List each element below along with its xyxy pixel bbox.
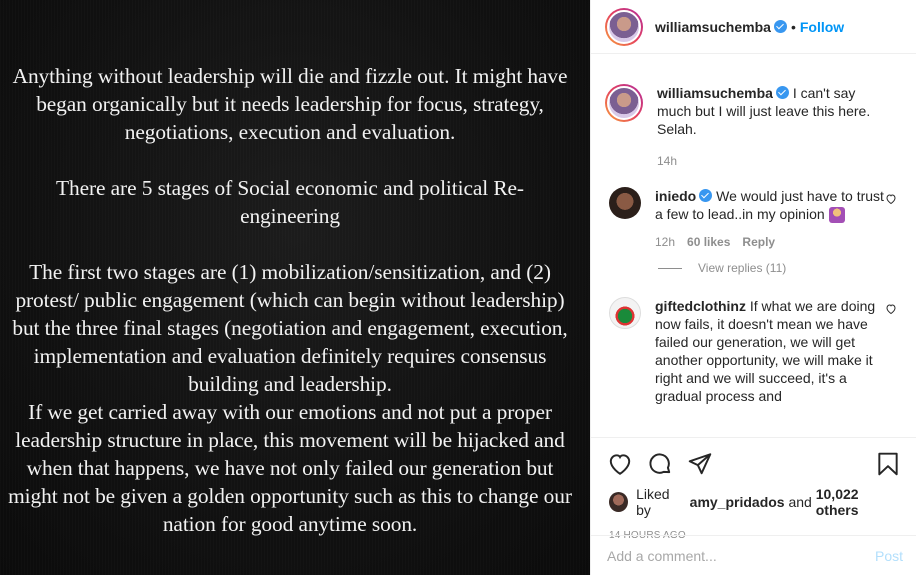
post-side-panel: williamsuchemba • Follow williamsuchemba…	[590, 0, 916, 575]
liker-avatar[interactable]	[609, 492, 629, 512]
separator-dot: •	[790, 18, 796, 35]
likes-conjunction: and	[788, 494, 812, 510]
likes-summary: Liked by amy_pridados and 10,022 others	[591, 482, 916, 518]
post-comment-button[interactable]: Post	[875, 548, 903, 564]
verified-badge-icon	[775, 86, 789, 99]
comment-username[interactable]: iniedo	[655, 188, 696, 204]
comment-avatar[interactable]	[609, 297, 641, 330]
likes-count[interactable]: 10,022 others	[816, 486, 901, 518]
comment-item: giftedclothinz If what we are doing now …	[591, 297, 916, 405]
comment-likes[interactable]: 60 likes	[687, 233, 730, 251]
comment-item: iniedo We would just have to trust a few…	[591, 187, 916, 251]
comment-username[interactable]: giftedclothinz	[655, 298, 746, 314]
post-image-text: Anything without leadership will die and…	[0, 62, 590, 538]
comment-input[interactable]	[607, 547, 875, 564]
avatar[interactable]	[605, 7, 643, 46]
comment-icon[interactable]	[647, 451, 673, 477]
caption: williamsuchemba I can't say much but I w…	[591, 68, 916, 170]
like-comment-heart-icon[interactable]	[885, 193, 897, 205]
person-shrugging-emoji-icon	[828, 207, 845, 224]
post-header: williamsuchemba • Follow	[591, 0, 916, 54]
heart-icon[interactable]	[607, 451, 633, 477]
post-paragraph-1: Anything without leadership will die and…	[12, 64, 568, 144]
bookmark-icon[interactable]	[875, 451, 901, 477]
reply-button[interactable]: Reply	[742, 233, 775, 251]
post-image[interactable]: Anything without leadership will die and…	[0, 0, 590, 575]
comments-list[interactable]: williamsuchemba I can't say much but I w…	[591, 68, 916, 436]
likes-prefix: Liked by	[636, 486, 670, 518]
post-paragraph-3: The first two stages are (1) mobilizatio…	[8, 260, 572, 536]
comment-time[interactable]: 12h	[655, 233, 675, 251]
add-comment-bar: Post	[591, 535, 916, 575]
action-icons	[591, 438, 916, 482]
verified-badge-icon	[699, 189, 713, 202]
view-replies-label[interactable]: View replies (11)	[698, 261, 786, 275]
post-paragraph-2: There are 5 stages of Social economic an…	[56, 176, 524, 228]
like-comment-heart-icon[interactable]	[885, 303, 897, 315]
liker-username[interactable]: amy_pridados	[690, 494, 785, 510]
follow-button[interactable]: Follow	[800, 19, 844, 35]
header-username[interactable]: williamsuchemba	[655, 19, 771, 35]
caption-time[interactable]: 14h	[657, 152, 677, 170]
divider-line	[658, 267, 682, 269]
view-replies-button[interactable]: View replies (11)	[658, 261, 916, 275]
caption-avatar[interactable]	[605, 84, 643, 122]
share-icon[interactable]	[687, 451, 713, 477]
caption-username[interactable]: williamsuchemba	[657, 85, 773, 101]
verified-badge-icon	[773, 20, 787, 33]
comment-avatar[interactable]	[609, 187, 641, 219]
